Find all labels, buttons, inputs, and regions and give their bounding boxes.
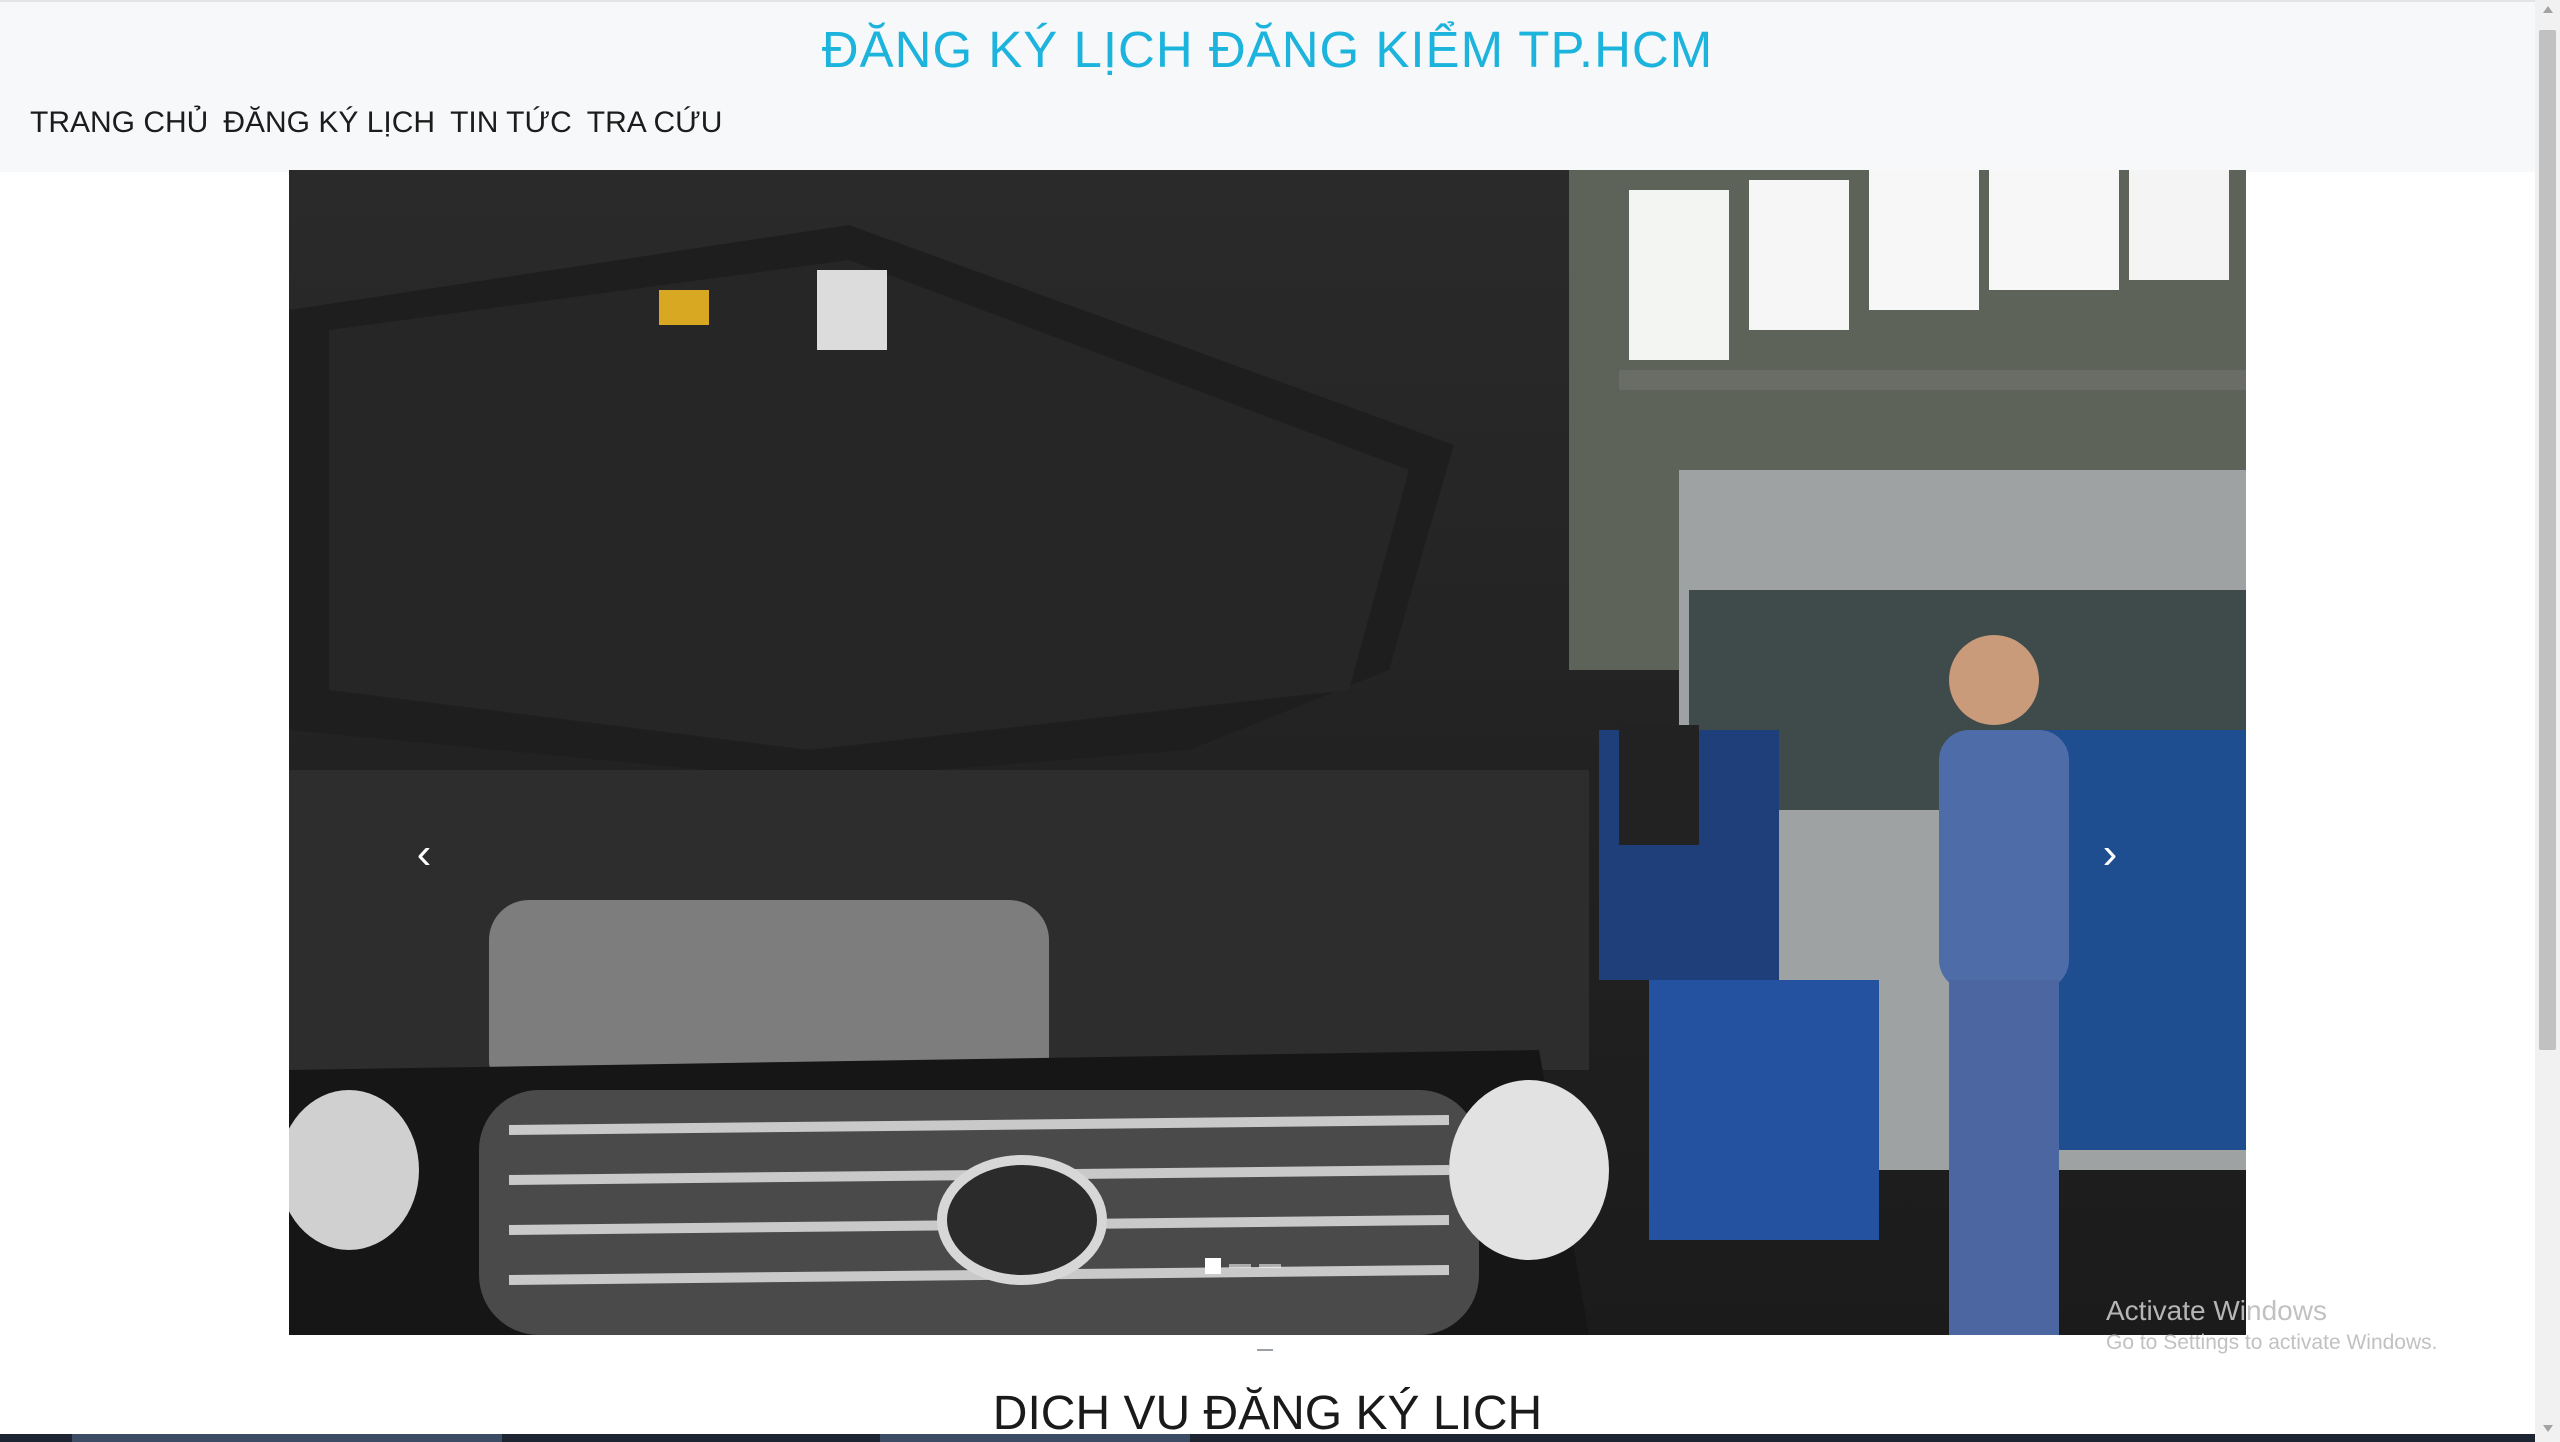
main-nav: TRANG CHỦ ĐĂNG KÝ LỊCH TIN TỨC TRA CỨU [30,106,737,140]
nav-item-news[interactable]: TIN TỨC [450,106,572,140]
carousel-prev-icon[interactable]: ‹ [399,830,449,878]
carousel-indicators [1205,1258,1281,1274]
taskbar-segment [880,1434,1190,1442]
nav-item-register[interactable]: ĐĂNG KÝ LỊCH [223,106,435,140]
nav-item-lookup[interactable]: TRA CỨU [587,106,723,140]
carousel-next-icon[interactable]: › [2085,830,2135,878]
taskbar-edge [0,1434,2535,1442]
hero-carousel[interactable]: ‹ › [289,170,2246,1335]
watermark-subtitle: Go to Settings to activate Windows. [2106,1331,2438,1354]
scroll-down-icon[interactable] [2543,1425,2553,1432]
slide-image [289,170,2246,1335]
section-title: DICH VU ĐĂNG KÝ LICH [992,1387,1543,1440]
divider [1257,1349,1273,1351]
site-title[interactable]: ĐĂNG KÝ LỊCH ĐĂNG KIỂM TP.HCM [0,20,2535,79]
vertical-scrollbar[interactable] [2535,0,2560,1442]
scroll-thumb[interactable] [2539,30,2556,1050]
carousel-indicator-3[interactable] [1259,1264,1281,1268]
scroll-up-icon[interactable] [2543,6,2553,13]
carousel-indicator-1[interactable] [1205,1258,1221,1274]
nav-item-home[interactable]: TRANG CHỦ [30,106,208,140]
taskbar-segment [72,1434,502,1442]
carousel-indicator-2[interactable] [1229,1264,1251,1268]
watermark-title: Activate Windows [2106,1295,2327,1326]
windows-activation-watermark: Activate Windows Go to Settings to activ… [2106,1295,2438,1355]
site-header: ĐĂNG KÝ LỊCH ĐĂNG KIỂM TP.HCM TRANG CHỦ … [0,0,2535,172]
